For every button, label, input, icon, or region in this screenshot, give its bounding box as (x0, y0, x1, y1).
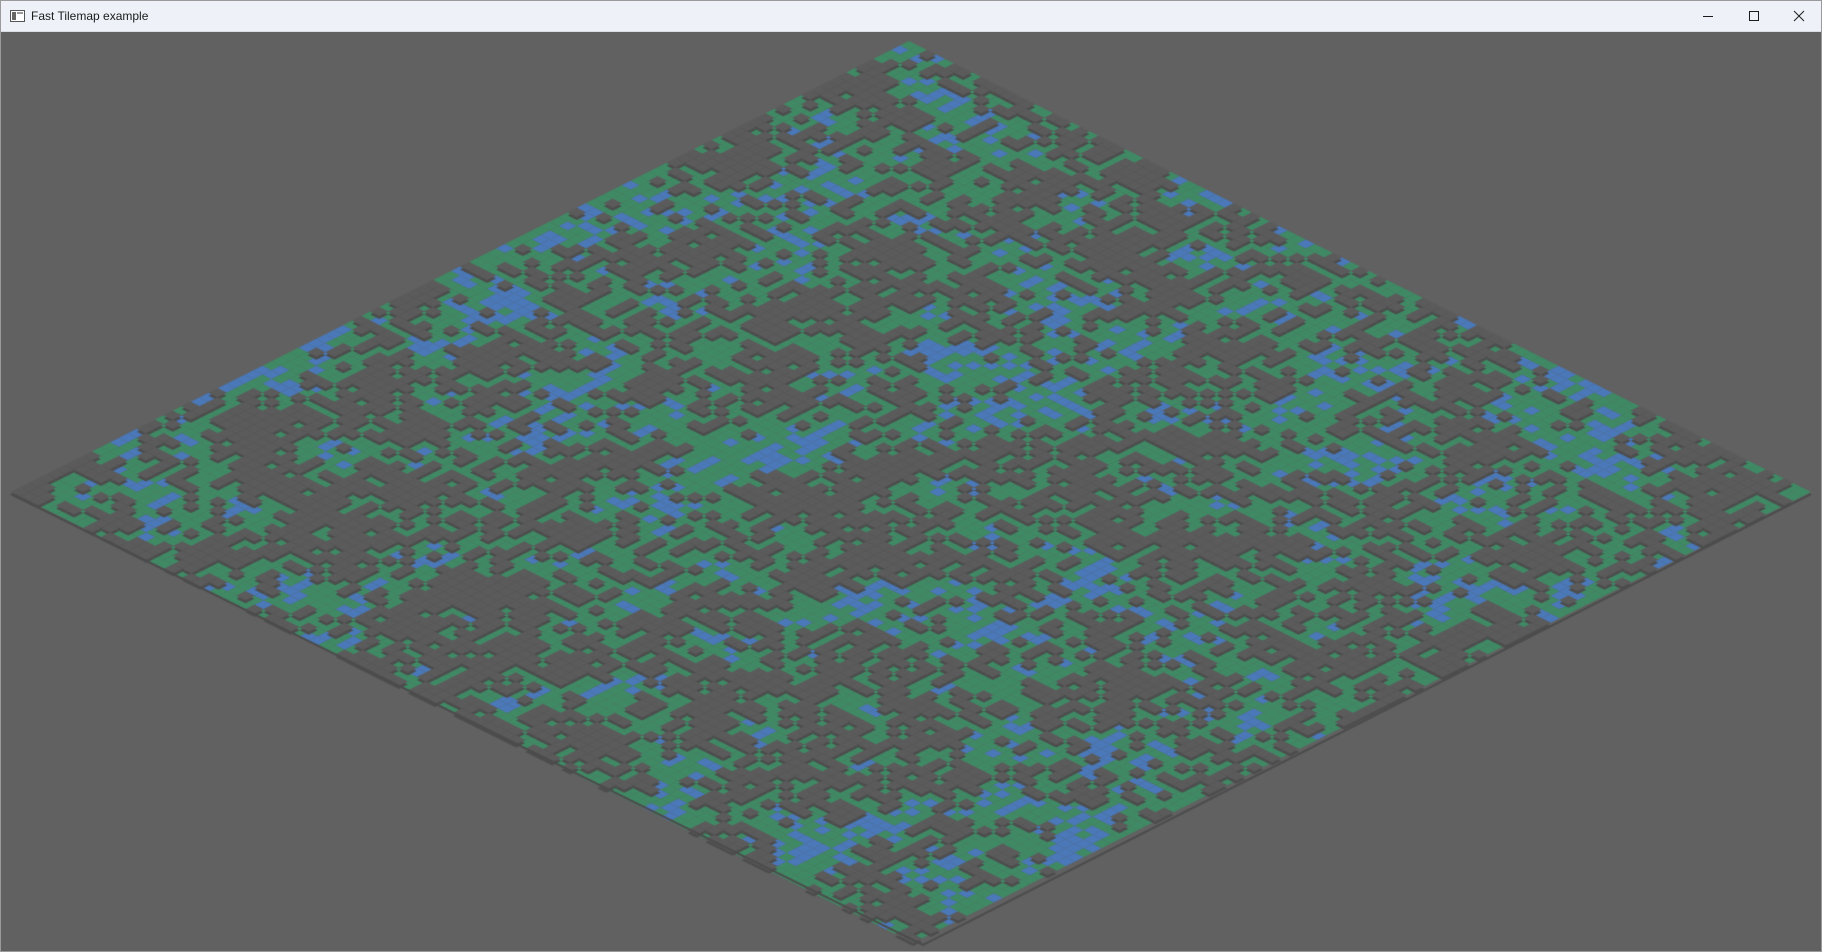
app-window: Fast Tilemap example (0, 0, 1822, 952)
close-icon (1793, 10, 1805, 22)
window-title: Fast Tilemap example (31, 9, 149, 23)
title-bar[interactable]: Fast Tilemap example (1, 1, 1821, 32)
isometric-tilemap[interactable] (1, 32, 1821, 951)
render-viewport[interactable] (1, 32, 1821, 951)
minimize-button[interactable] (1685, 1, 1731, 31)
app-icon (10, 10, 25, 22)
close-button[interactable] (1776, 1, 1822, 31)
minimize-icon (1703, 16, 1713, 17)
maximize-icon (1749, 11, 1759, 21)
maximize-button[interactable] (1731, 1, 1777, 31)
